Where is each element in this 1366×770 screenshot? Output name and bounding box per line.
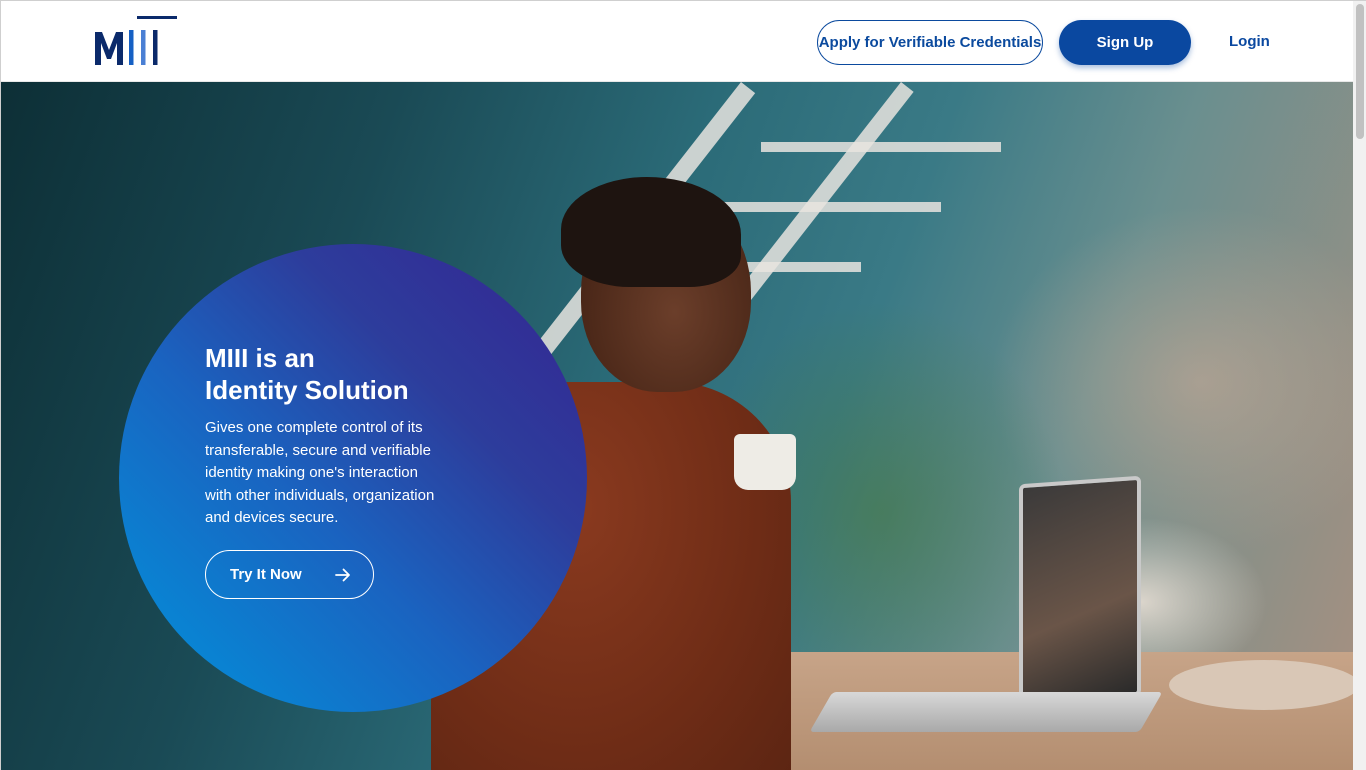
- laptop-keyboard: [809, 692, 1163, 732]
- logo-top-bar: [137, 16, 177, 19]
- logo-mark-icon: [95, 30, 158, 65]
- person-hair: [561, 177, 741, 287]
- try-it-now-button[interactable]: Try It Now: [205, 550, 374, 599]
- try-it-now-label: Try It Now: [230, 566, 302, 583]
- login-link[interactable]: Login: [1229, 33, 1270, 50]
- sign-up-button[interactable]: Sign Up: [1059, 20, 1191, 65]
- hero-section: MIII is an Identity Solution Gives one c…: [1, 82, 1353, 770]
- miii-logo[interactable]: [93, 14, 183, 68]
- coffee-cup: [734, 434, 796, 490]
- hero-description: Gives one complete control of its transf…: [205, 419, 435, 526]
- scrollbar-thumb[interactable]: [1356, 4, 1364, 139]
- hero-title: MIII is an Identity Solution: [205, 342, 505, 406]
- apply-credentials-button[interactable]: Apply for Verifiable Credentials: [817, 20, 1043, 65]
- hero-title-line1: MIII is an: [205, 343, 315, 373]
- stair-step: [701, 202, 941, 212]
- arrow-right-icon: [335, 568, 350, 582]
- page-scrollbar[interactable]: [1353, 1, 1366, 770]
- hero-title-line2: Identity Solution: [205, 375, 409, 405]
- decor-plate: [1169, 660, 1353, 710]
- laptop-screen: [1019, 475, 1141, 705]
- stair-step: [761, 142, 1001, 152]
- site-header: Apply for Verifiable Credentials Sign Up…: [1, 1, 1353, 82]
